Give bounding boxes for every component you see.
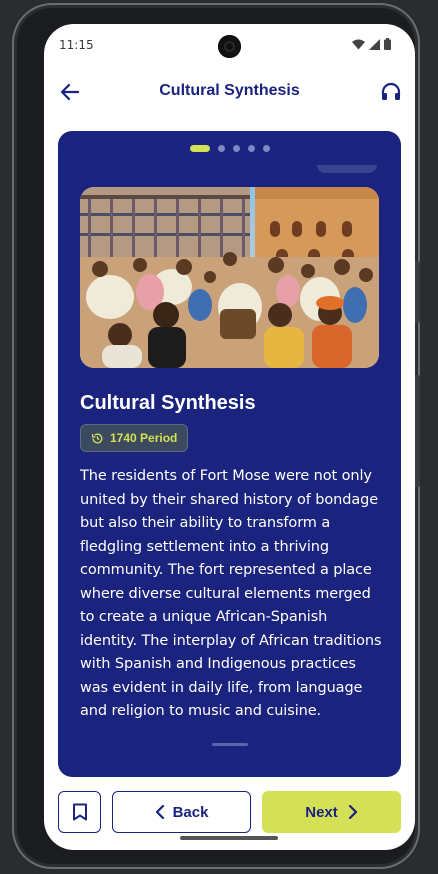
period-badge: 1740 Period (80, 424, 189, 452)
chevron-left-icon (155, 805, 164, 819)
status-icons (352, 38, 391, 50)
period-label: 1740 Period (110, 431, 178, 445)
page-indicator (190, 145, 270, 152)
screen: 11:15 Cultural Synthesis Cultural Synthe… (44, 24, 415, 850)
scroll-handle[interactable] (212, 743, 248, 746)
content-card: Cultural Synthesis 1740 Period The resid… (58, 131, 401, 777)
page-dot-5[interactable] (263, 145, 270, 152)
previous-card-peek (317, 165, 377, 173)
headphones-icon[interactable] (379, 80, 403, 104)
page-dot-1[interactable] (190, 145, 210, 152)
wifi-icon (352, 39, 365, 49)
back-button-label: Back (172, 803, 209, 821)
phone-frame: 11:15 Cultural Synthesis Cultural Synthe… (12, 3, 420, 869)
status-time: 11:15 (59, 38, 94, 52)
bookmark-button[interactable] (58, 791, 101, 833)
home-indicator[interactable] (180, 836, 278, 840)
card-title: Cultural Synthesis (80, 392, 256, 414)
next-button[interactable]: Next (262, 791, 401, 833)
battery-icon (384, 38, 391, 50)
back-button[interactable]: Back (112, 791, 251, 833)
page-dot-4[interactable] (248, 145, 255, 152)
status-bar: 11:15 (44, 24, 415, 64)
hero-image (80, 187, 379, 368)
page-title: Cultural Synthesis (159, 82, 300, 99)
chevron-right-icon (348, 805, 357, 819)
card-body: The residents of Fort Mose were not only… (80, 468, 382, 719)
history-icon (91, 433, 103, 443)
next-button-label: Next (305, 803, 338, 821)
signal-icon (369, 38, 380, 50)
front-camera (218, 35, 241, 58)
bookmark-icon (72, 803, 87, 821)
page-dot-3[interactable] (233, 145, 240, 152)
page-dot-2[interactable] (218, 145, 225, 152)
app-bar: Cultural Synthesis (44, 70, 415, 114)
